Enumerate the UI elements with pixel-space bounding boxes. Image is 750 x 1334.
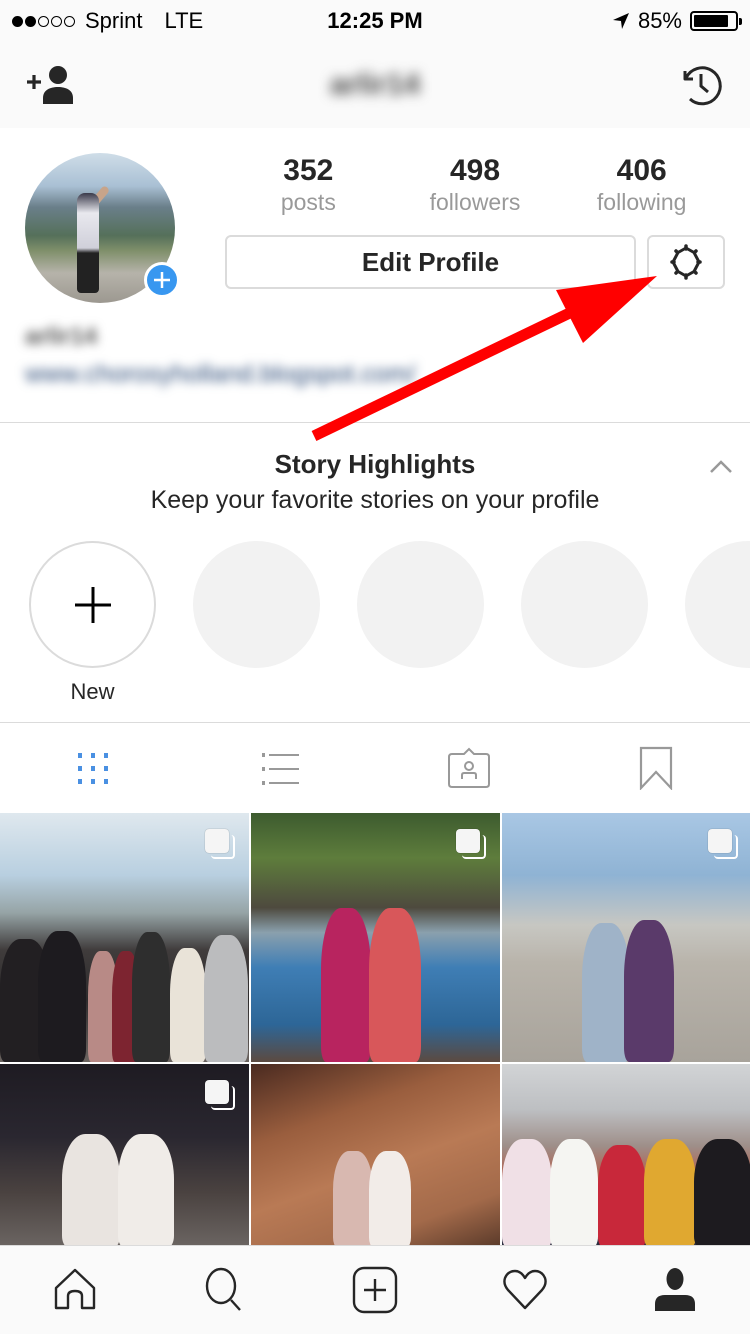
story-highlights-subtitle: Keep your favorite stories on your profi… [150, 486, 600, 514]
new-highlight-button[interactable]: New [29, 541, 156, 705]
post-thumbnail[interactable] [502, 813, 750, 1062]
following-count: 406 [616, 154, 667, 187]
profile-header: 352 posts 498 followers 406 following Ed… [0, 128, 750, 423]
story-highlights-section: Story Highlights Keep your favorite stor… [0, 423, 750, 723]
plus-icon [154, 272, 170, 288]
bottom-tab-bar [0, 1245, 750, 1334]
nav-new-post[interactable] [300, 1246, 450, 1334]
new-highlight-circle [29, 541, 156, 668]
tab-grid[interactable] [0, 723, 188, 813]
add-story-button[interactable] [144, 262, 180, 298]
battery-icon [690, 11, 742, 31]
highlight-placeholder [521, 541, 648, 668]
profile-view-tabs [0, 723, 750, 813]
grid-icon [77, 753, 108, 784]
multiple-photos-icon [708, 829, 738, 859]
new-highlight-label: New [70, 679, 115, 704]
post-thumbnail[interactable] [251, 813, 500, 1062]
highlight-placeholder [357, 541, 484, 668]
profile-stats: 352 posts 498 followers 406 following [225, 154, 725, 216]
nav-profile[interactable] [600, 1246, 750, 1334]
chevron-up-icon[interactable] [708, 457, 734, 475]
posts-label: posts [280, 189, 336, 215]
following-label: following [596, 189, 687, 215]
nav-home[interactable] [0, 1246, 150, 1334]
bio-website-link[interactable]: www.chorosyholland.blogspot.com/ [25, 360, 415, 389]
settings-button[interactable] [647, 235, 725, 289]
battery-percent: 85% [637, 8, 682, 33]
highlight-placeholder [193, 541, 320, 668]
followers-label: followers [429, 189, 521, 215]
post-thumbnail[interactable] [251, 1064, 500, 1245]
add-post-icon [352, 1266, 398, 1314]
nav-search[interactable] [150, 1246, 300, 1334]
posts-grid [0, 813, 750, 1245]
posts-count: 352 [283, 154, 334, 187]
tab-tagged[interactable] [375, 723, 563, 813]
stat-following[interactable]: 406 following [558, 154, 725, 216]
nav-activity[interactable] [450, 1246, 600, 1334]
nav-bar: arlir14 [0, 40, 750, 128]
multiple-photos-icon [456, 829, 486, 859]
heart-icon [503, 1269, 547, 1310]
status-bar: Sprint LTE 12:25 PM 85% [0, 0, 750, 40]
post-thumbnail[interactable] [0, 1064, 249, 1245]
bio-name: arlir14 [25, 323, 98, 350]
tagged-icon [447, 747, 490, 788]
post-thumbnail[interactable] [0, 813, 249, 1062]
tab-list[interactable] [188, 723, 376, 813]
username-title: arlir14 [329, 68, 421, 101]
location-arrow-icon [612, 13, 629, 29]
profile-icon [655, 1268, 695, 1311]
search-icon [205, 1267, 241, 1311]
bookmark-icon [640, 746, 673, 790]
story-highlights-title: Story Highlights [274, 449, 476, 479]
stat-posts[interactable]: 352 posts [225, 154, 392, 216]
plus-icon [74, 586, 111, 623]
followers-count: 498 [449, 154, 501, 187]
edit-profile-button[interactable]: Edit Profile [225, 235, 636, 289]
multiple-photos-icon [205, 1080, 235, 1110]
list-icon [262, 753, 300, 785]
post-thumbnail[interactable] [502, 1064, 750, 1245]
multiple-photos-icon [205, 829, 235, 859]
history-icon[interactable] [678, 62, 724, 108]
highlight-placeholder [685, 541, 750, 668]
home-icon [54, 1268, 96, 1310]
stat-followers[interactable]: 498 followers [392, 154, 559, 216]
tab-saved[interactable] [563, 723, 750, 813]
gear-icon [670, 244, 702, 280]
